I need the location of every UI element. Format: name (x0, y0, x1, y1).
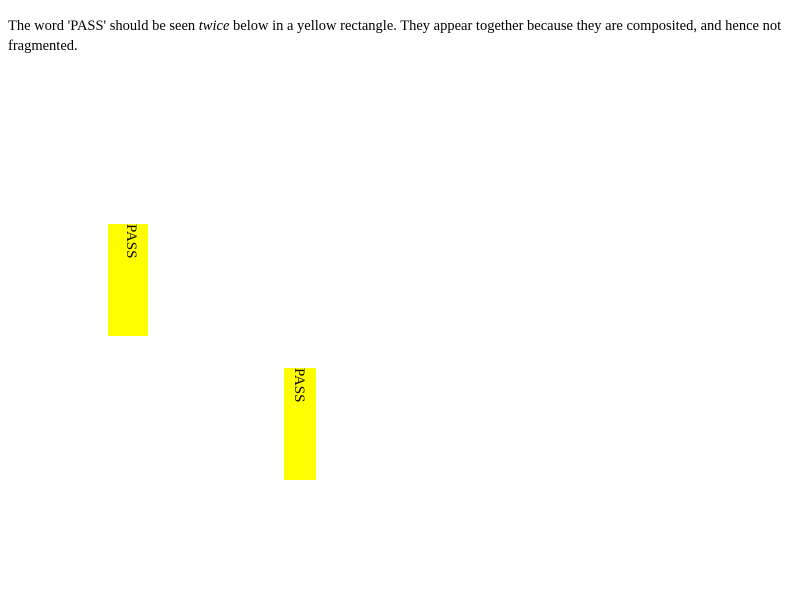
yellow-rectangle-2: PASS (284, 368, 316, 480)
pass-text-2: PASS (291, 368, 307, 403)
yellow-rectangle-1: PASS (108, 224, 148, 336)
instructions-emphasis: twice (198, 18, 230, 34)
pass-text-1: PASS (123, 224, 139, 259)
instructions-lead: The word 'PASS' should be seen (8, 18, 199, 34)
instructions-text: The word 'PASS' should be seen twice bel… (8, 16, 792, 56)
